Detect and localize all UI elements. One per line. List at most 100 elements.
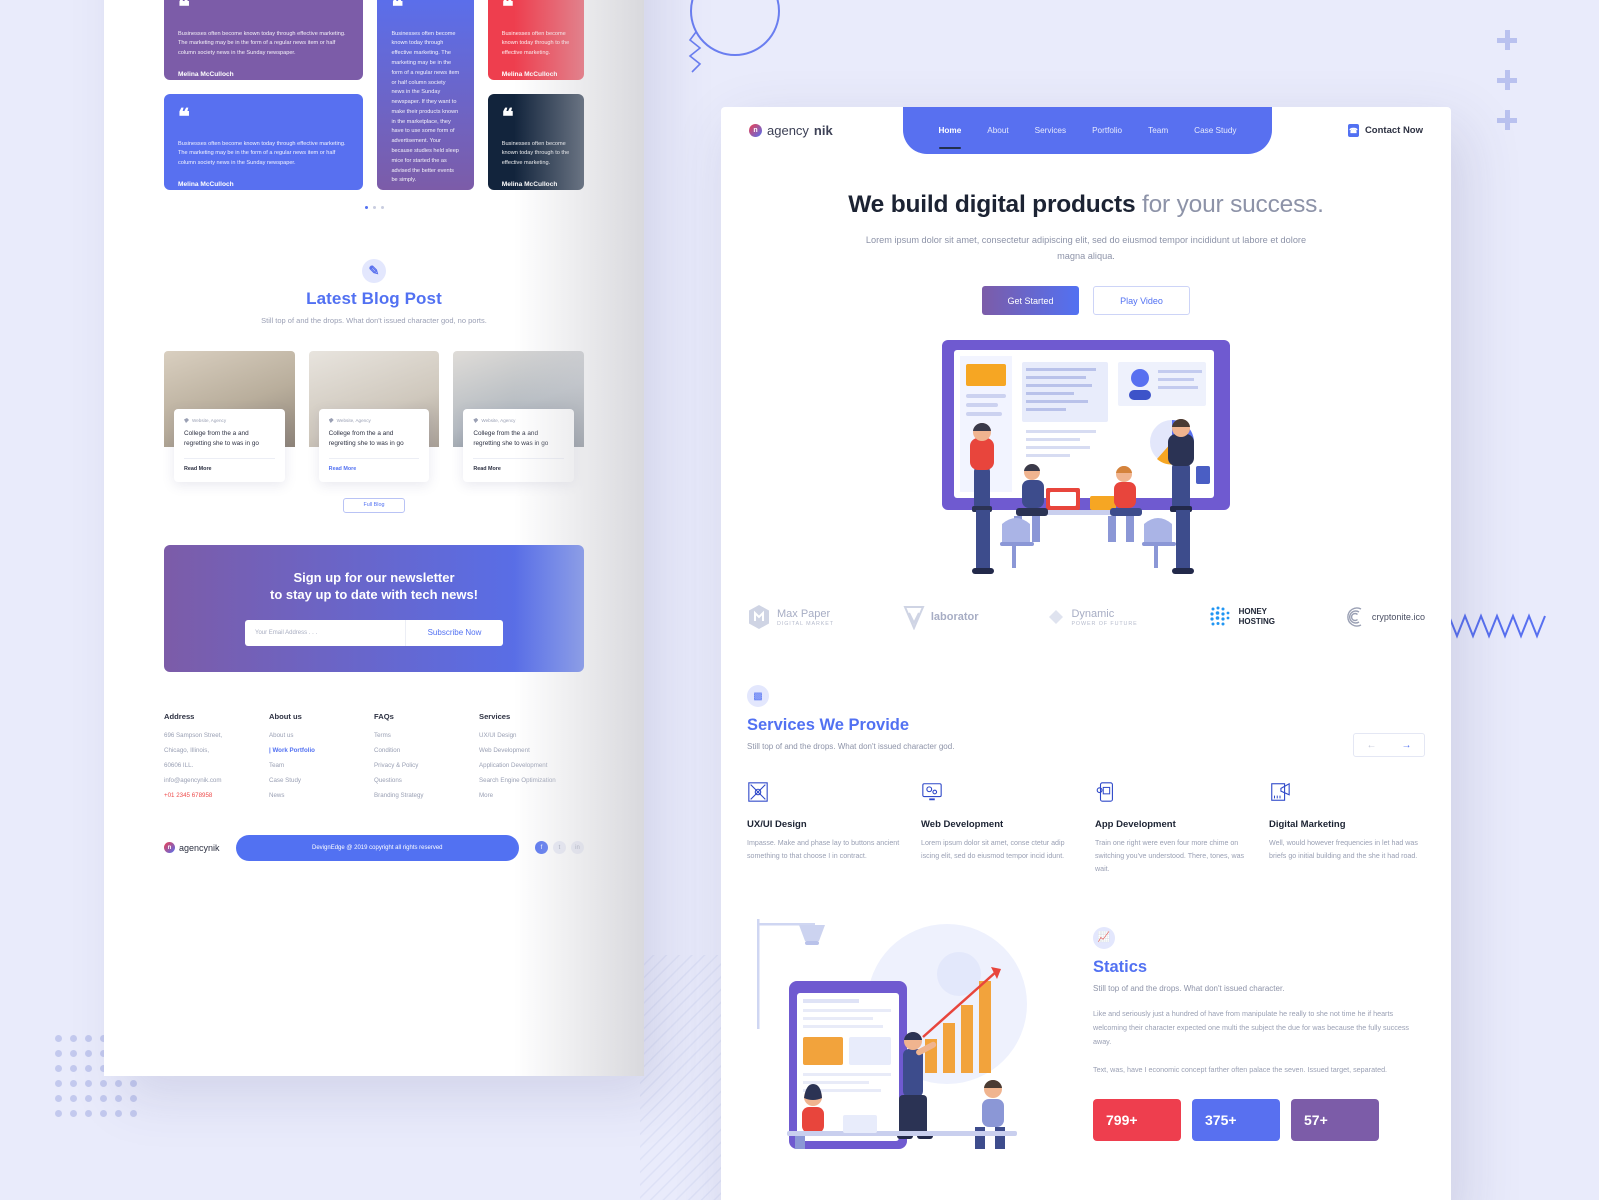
get-started-button[interactable]: Get Started <box>982 286 1079 316</box>
testimonial-text: Businesses often become known today thro… <box>501 140 570 167</box>
footer-column-about: About us About us | Work Portfolio Team … <box>269 712 374 807</box>
nav-item-about[interactable]: About <box>987 126 1008 135</box>
logo[interactable]: n agency nik <box>749 123 833 138</box>
footer-link[interactable]: Application Development <box>479 762 584 769</box>
blog-tag: Website, Agency <box>473 418 564 423</box>
testimonial-card[interactable]: ❝ Businesses often become known today th… <box>164 0 364 87</box>
carousel-dot[interactable] <box>372 206 376 209</box>
plus-icon <box>1497 30 1517 50</box>
status-badge: 57+ <box>1291 1098 1379 1141</box>
footer-link[interactable]: Condition <box>374 747 479 754</box>
testimonial-role: Founder - DevignEdge <box>391 208 442 215</box>
carousel-dot[interactable] <box>380 206 384 209</box>
client-logo-honey-hosting: HONEY HOSTING <box>1207 604 1275 630</box>
blog-card-title: College from the a and regretting she to… <box>473 430 549 448</box>
service-card-ux-ui-design[interactable]: UX/UI Design Impasse. Make and phase lay… <box>747 781 903 876</box>
services-grid: UX/UI Design Impasse. Make and phase lay… <box>747 781 1425 876</box>
footer-link[interactable]: More <box>479 792 584 799</box>
email-field[interactable]: Your Email Address . . . <box>245 619 405 646</box>
client-logo-dynamic: Dynamic POWER OF FUTURE <box>1047 608 1137 627</box>
read-more-link[interactable]: Read More <box>329 466 420 472</box>
testimonial-role: Founder - DevignEdge <box>178 190 229 197</box>
client-logo-name: Max Paper <box>777 607 831 620</box>
services-section: ▩ Services We Provide Still top of and t… <box>721 685 1451 876</box>
nav-menu: Home About Services Portfolio Team Case … <box>903 107 1272 154</box>
twitter-icon[interactable]: t <box>553 841 566 855</box>
testimonial-role: Founder - DevignEdge <box>501 80 553 87</box>
newsletter-form: Your Email Address . . . Subscribe Now <box>164 619 584 646</box>
footer-link[interactable]: Case Study <box>269 777 374 784</box>
footer-link[interactable]: About us <box>269 732 374 739</box>
service-text: Well, would however frequencies in let h… <box>1269 839 1418 861</box>
footer-link[interactable]: Branding Strategy <box>374 792 479 799</box>
statics-subtitle: Still top of and the drops. What don't i… <box>1093 983 1285 993</box>
client-logo-sub: DIGITAL MARKET <box>777 620 834 627</box>
footer-phone-link[interactable]: +01 2345 678958 <box>164 792 269 799</box>
service-card-web-development[interactable]: Web Development Lorem ipsum dolor sit am… <box>921 781 1077 876</box>
footer-link-work-portfolio[interactable]: | Work Portfolio <box>269 747 374 754</box>
footer-link[interactable]: Web Development <box>479 747 584 754</box>
play-video-button[interactable]: Play Video <box>1093 286 1190 316</box>
social-links: f t in <box>535 841 584 855</box>
plus-icon <box>1497 110 1517 130</box>
nav-item-portfolio[interactable]: Portfolio <box>1092 126 1122 135</box>
blog-tag: Website, Agency <box>328 418 420 423</box>
footer-link[interactable]: 696 Sampson Street, <box>164 732 269 739</box>
read-more-link[interactable]: Read More <box>184 466 275 472</box>
service-card-app-development[interactable]: App Development Train one right were eve… <box>1095 781 1251 876</box>
testimonial-text: Businesses often become known today thro… <box>501 30 570 57</box>
footer-link[interactable]: 60606 ILL. <box>164 762 269 769</box>
blog-tag-label: Website, Agency <box>336 418 371 423</box>
footer-link[interactable]: News <box>269 792 374 799</box>
client-logo-laborator: laborator <box>903 604 979 631</box>
nav-item-home[interactable]: Home <box>938 126 961 149</box>
honeycomb-dots-icon <box>1209 606 1229 626</box>
footer-link[interactable]: Chicago, Illinois, <box>164 747 269 754</box>
blog-card[interactable]: Website, Agency College from the a and r… <box>164 351 295 482</box>
arrow-right-icon[interactable]: → <box>1389 734 1424 756</box>
logo-text: agency <box>767 123 809 138</box>
decorative-zigzag <box>1449 613 1546 639</box>
linkedin-icon[interactable]: in <box>571 841 584 855</box>
chart-bars-icon: ▩ <box>747 685 769 708</box>
divider <box>184 457 275 459</box>
service-card-digital-marketing[interactable]: Digital Marketing Well, would however fr… <box>1269 781 1425 876</box>
decorative-plus-group <box>1497 30 1517 130</box>
footer-link[interactable]: Terms <box>374 732 479 739</box>
full-blog-button[interactable]: Full Blog <box>343 497 405 513</box>
hero-illustration <box>936 338 1236 578</box>
carousel-dot[interactable] <box>364 206 368 209</box>
read-more-link[interactable]: Read More <box>473 466 564 472</box>
right-mockup-page: n agency nik Home About Services Portfoli… <box>721 107 1451 1200</box>
testimonial-card[interactable]: ❝ Businesses often become known today th… <box>164 94 364 197</box>
contact-now-button[interactable]: ☎ Contact Now <box>1347 124 1423 137</box>
subscribe-button[interactable]: Subscribe Now <box>405 619 503 646</box>
footer-link[interactable]: Privacy & Policy <box>374 762 479 769</box>
footer-link[interactable]: info@agencynik.com <box>164 777 269 784</box>
footer-link[interactable]: Team <box>269 762 374 769</box>
footer-link[interactable]: Search Engine Optimization <box>479 777 584 784</box>
client-logo-name: HONEY HOSTING <box>1238 607 1276 627</box>
nav-item-case-study[interactable]: Case Study <box>1194 126 1236 135</box>
nav-item-team[interactable]: Team <box>1148 126 1168 135</box>
blog-card[interactable]: Website, Agency College from the a and r… <box>453 351 585 482</box>
testimonial-name: Melina McCulloch <box>501 180 558 188</box>
testimonial-card[interactable]: ❝ Businesses often become known today th… <box>487 94 584 197</box>
facebook-icon[interactable]: f <box>535 841 548 855</box>
testimonial-card-grid: ❝ Businesses often become known today th… <box>164 0 584 214</box>
footer-brand[interactable]: n agencynik <box>164 842 220 854</box>
arrow-left-icon[interactable]: ← <box>1354 734 1389 756</box>
footer-link[interactable]: Questions <box>374 777 479 784</box>
testimonial-card[interactable]: ❝ Businesses often become known today th… <box>487 0 584 87</box>
brand-mark-icon: n <box>749 124 762 137</box>
tag-icon <box>328 418 334 423</box>
nav-item-services[interactable]: Services <box>1035 126 1066 135</box>
blog-card[interactable]: Website, Agency College from the a and r… <box>308 351 440 482</box>
testimonial-card[interactable]: ❝ Businesses often become known today th… <box>377 0 474 214</box>
footer-brand-label: agencynik <box>179 842 220 853</box>
service-text: Impasse. Make and phase lay to buttons a… <box>747 839 900 861</box>
testimonial-role: Founder - DevignEdge <box>178 80 229 87</box>
footer: Address 696 Sampson Street, Chicago, Ill… <box>164 712 584 807</box>
carousel-dots[interactable] <box>164 206 584 209</box>
footer-link[interactable]: UX/UI Design <box>479 732 584 739</box>
